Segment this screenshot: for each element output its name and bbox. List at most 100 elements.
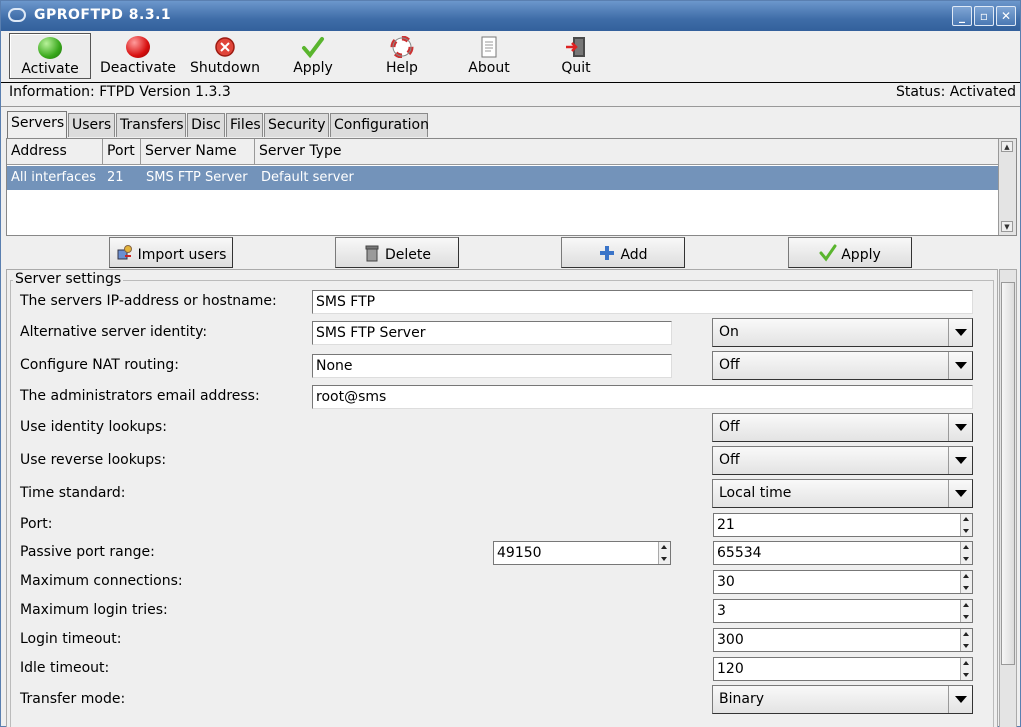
column-header-server-type[interactable]: Server Type [255, 139, 998, 165]
ident-lookups-label: Use identity lookups: [20, 419, 167, 435]
column-header-port[interactable]: Port [103, 139, 141, 165]
lifebuoy-icon [390, 36, 414, 58]
tab-servers[interactable]: Servers [7, 111, 67, 138]
spinner-arrows-icon[interactable] [960, 514, 972, 536]
chevron-down-icon [948, 480, 972, 507]
column-header-address[interactable]: Address [7, 139, 103, 165]
quit-button[interactable]: Quit [535, 33, 617, 79]
activate-button[interactable]: Activate [9, 33, 91, 79]
spinner-arrows-icon[interactable] [658, 542, 670, 564]
exit-door-icon [566, 37, 585, 57]
tab-transfers[interactable]: Transfers [116, 113, 186, 137]
nat-field[interactable]: None [312, 354, 672, 378]
close-icon[interactable]: ✕ [996, 6, 1016, 26]
chevron-down-icon [948, 447, 972, 474]
document-icon [481, 36, 497, 58]
apply-button[interactable]: Apply [788, 237, 912, 268]
spinner-arrows-icon[interactable] [960, 542, 972, 564]
shutdown-button[interactable]: Shutdown [184, 33, 266, 79]
info-bar: Information: FTPD Version 1.3.3 Status: … [1, 83, 1020, 107]
delete-button[interactable]: Delete [335, 237, 459, 268]
cell-address: All interfaces [11, 170, 97, 185]
cell-server-name: SMS FTP Server [146, 170, 248, 185]
alt-identity-field[interactable]: SMS FTP Server [312, 321, 672, 345]
server-settings: Server settings The servers IP-address o… [6, 269, 998, 727]
scroll-down-icon[interactable]: ▼ [1001, 221, 1013, 232]
chevron-down-icon [948, 414, 972, 441]
app-window: GPROFTPD 8.3.1 _ ▫ ✕ Activate Deactivate… [0, 0, 1021, 727]
list-header: Address Port Server Name Server Type [7, 139, 998, 165]
status-text: Status: Activated [895, 84, 1016, 100]
maximize-icon[interactable]: ▫ [974, 6, 994, 26]
nat-select[interactable]: Off [712, 351, 973, 380]
transfer-mode-select[interactable]: Binary [712, 685, 973, 714]
server-actions: Import users Delete Add Apply [6, 237, 1017, 269]
column-header-server-name[interactable]: Server Name [141, 139, 255, 165]
time-standard-select[interactable]: Local time [712, 479, 973, 508]
settings-scrollbar[interactable] [999, 269, 1017, 727]
checkmark-icon [819, 244, 837, 262]
max-login-tries-spinner[interactable]: 3 [713, 599, 973, 623]
servers-list: Address Port Server Name Server Type All… [6, 138, 1017, 236]
chevron-down-icon [948, 352, 972, 379]
plus-icon [600, 246, 615, 260]
reverse-lookups-select[interactable]: Off [712, 446, 973, 475]
email-label: The administrators email address: [20, 388, 260, 404]
nat-label: Configure NAT routing: [20, 357, 180, 373]
ip-label: The servers IP-address or hostname: [20, 293, 277, 309]
reverse-lookups-label: Use reverse lookups: [20, 452, 167, 468]
table-row[interactable]: All interfaces 21 SMS FTP Server Default… [7, 166, 998, 190]
tab-users[interactable]: Users [68, 113, 115, 137]
chevron-down-icon [948, 686, 972, 713]
alt-identity-label: Alternative server identity: [20, 324, 208, 340]
port-label: Port: [20, 516, 53, 532]
passive-from-spinner[interactable]: 49150 [493, 541, 671, 565]
cell-port: 21 [107, 170, 124, 185]
spinner-arrows-icon[interactable] [960, 658, 972, 680]
email-field[interactable]: root@sms [312, 385, 973, 409]
shutdown-icon [215, 37, 235, 57]
list-scrollbar[interactable]: ▲ ▼ [998, 139, 1016, 235]
scrollbar-thumb[interactable] [1001, 282, 1015, 665]
window-title: GPROFTPD 8.3.1 [34, 7, 172, 23]
import-icon [117, 245, 132, 260]
idle-timeout-label: Idle timeout: [20, 660, 110, 676]
spinner-arrows-icon[interactable] [960, 629, 972, 651]
minimize-icon[interactable]: _ [952, 6, 972, 26]
passive-to-spinner[interactable]: 65534 [713, 541, 973, 565]
add-button[interactable]: Add [561, 237, 685, 268]
time-standard-label: Time standard: [20, 485, 126, 501]
app-icon [8, 8, 26, 22]
checkmark-icon [302, 37, 324, 58]
idle-timeout-spinner[interactable]: 120 [713, 657, 973, 681]
port-spinner[interactable]: 21 [713, 513, 973, 537]
deactivate-button[interactable]: Deactivate [97, 33, 179, 79]
cell-server-type: Default server [261, 170, 354, 185]
about-button[interactable]: About [448, 33, 530, 79]
max-connections-label: Maximum connections: [20, 573, 183, 589]
green-light-icon [38, 37, 62, 59]
scroll-up-icon[interactable]: ▲ [1001, 141, 1013, 152]
tab-security[interactable]: Security [264, 113, 329, 137]
import-users-button[interactable]: Import users [109, 237, 233, 268]
max-connections-spinner[interactable]: 30 [713, 570, 973, 594]
tab-configuration[interactable]: Configuration [330, 113, 429, 137]
ident-lookups-select[interactable]: Off [712, 413, 973, 442]
server-settings-legend: Server settings [13, 271, 124, 287]
apply-toolbar-button[interactable]: Apply [272, 33, 354, 79]
title-bar: GPROFTPD 8.3.1 _ ▫ ✕ [1, 1, 1020, 31]
login-timeout-spinner[interactable]: 300 [713, 628, 973, 652]
chevron-down-icon [948, 319, 972, 346]
red-light-icon [126, 36, 150, 58]
spinner-arrows-icon[interactable] [960, 571, 972, 593]
alt-identity-select[interactable]: On [712, 318, 973, 347]
transfer-mode-label: Transfer mode: [20, 691, 126, 707]
ip-address-field[interactable]: SMS FTP [312, 290, 973, 314]
passive-range-label: Passive port range: [20, 544, 155, 560]
tab-disc[interactable]: Disc [187, 113, 225, 137]
tab-files[interactable]: Files [226, 113, 263, 137]
spinner-arrows-icon[interactable] [960, 600, 972, 622]
help-button[interactable]: Help [361, 33, 443, 79]
max-login-tries-label: Maximum login tries: [20, 602, 168, 618]
version-info: Information: FTPD Version 1.3.3 [9, 84, 231, 100]
